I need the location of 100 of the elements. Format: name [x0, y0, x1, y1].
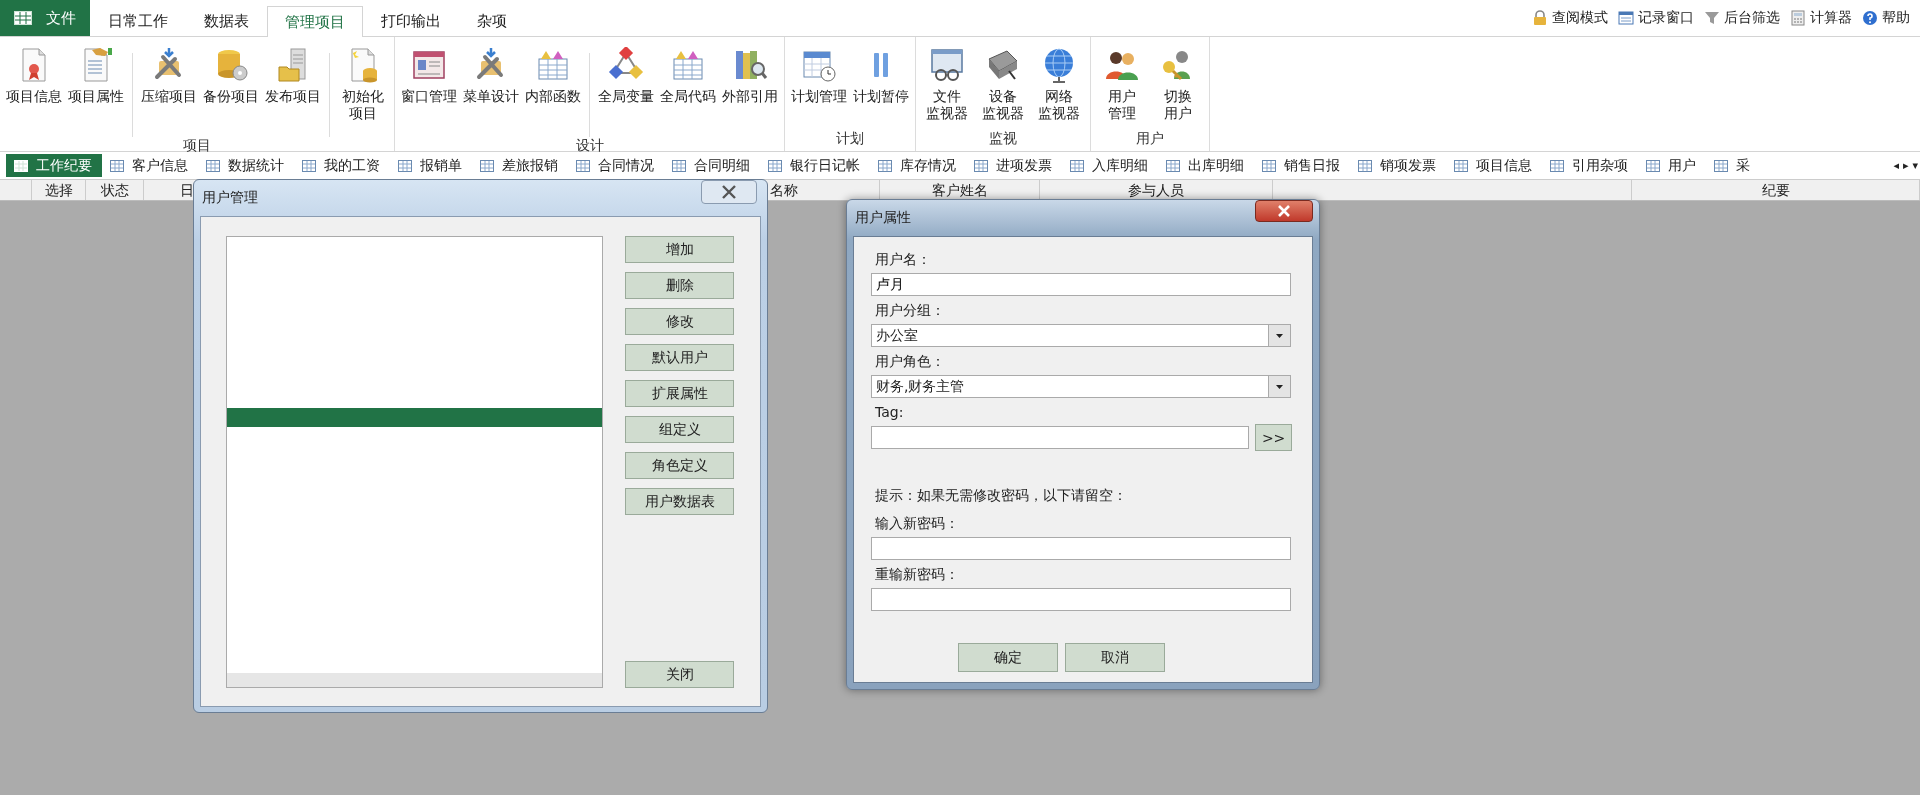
ribbon-tab[interactable]: 日常工作 [90, 6, 186, 36]
close-button[interactable]: 关闭 [625, 661, 734, 688]
ribbon-button[interactable]: 计划暂停 [850, 47, 912, 105]
table-icon [768, 159, 782, 172]
dialog-button[interactable]: 角色定义 [625, 452, 734, 479]
ribbon-group: 计划管理 计划暂停 计划 [785, 37, 916, 151]
ribbon-button[interactable]: 备份项目 [200, 47, 262, 105]
window-icon [1618, 10, 1634, 26]
column-header[interactable]: 客户姓名 [931, 182, 988, 198]
dialog-button[interactable]: 默认用户 [625, 344, 734, 371]
column-header[interactable]: 状态 [100, 182, 129, 198]
document-tab[interactable]: 引用杂项 [1542, 154, 1638, 177]
column-header[interactable]: 纪要 [1761, 182, 1790, 198]
dialog-button[interactable]: 修改 [625, 308, 734, 335]
dialog-button[interactable]: 取消 [1065, 643, 1165, 672]
column-header[interactable]: 选择 [44, 182, 73, 198]
document-tab[interactable]: 合同明细 [664, 154, 760, 177]
document-tab[interactable]: 采 [1706, 154, 1760, 177]
dialog-button[interactable]: 扩展属性 [625, 380, 734, 407]
ribbon-tab[interactable]: 管理项目 [267, 6, 363, 37]
document-tab[interactable]: 项目信息 [1446, 154, 1542, 177]
dialog-title: 用户属性 [855, 209, 911, 227]
toolbar-button[interactable]: 查阅模式 [1532, 0, 1608, 36]
ribbon-button[interactable]: 用户 管理 [1094, 47, 1150, 122]
document-tab[interactable]: 入库明细 [1062, 154, 1158, 177]
table-icon [1358, 159, 1372, 172]
ribbon-tab[interactable]: 打印输出 [363, 6, 459, 36]
dialog-button[interactable]: 确定 [958, 643, 1058, 672]
text-field[interactable] [871, 537, 1291, 560]
ribbon-tab[interactable]: 杂项 [459, 6, 525, 36]
document-tab[interactable]: 进项发票 [966, 154, 1062, 177]
ribbon-button[interactable]: 项目属性 [65, 47, 127, 105]
table-icon [110, 159, 124, 172]
scroll-bar[interactable] [227, 673, 602, 687]
document-tab[interactable]: 差旅报销 [472, 154, 568, 177]
dialog-button[interactable]: 删除 [625, 272, 734, 299]
scroll-button[interactable]: ◂ [1891, 159, 1901, 172]
user-list[interactable] [226, 236, 603, 688]
ribbon-tab[interactable]: 数据表 [186, 6, 267, 36]
document-tab[interactable]: 出库明细 [1158, 154, 1254, 177]
ribbon-button[interactable]: 内部函数 [522, 47, 584, 105]
column-header[interactable]: 参与人员 [1128, 182, 1184, 198]
toolbar-button[interactable]: 记录窗口 [1618, 0, 1694, 36]
ribbon-button[interactable]: 网络 监视器 [1031, 47, 1087, 122]
document-tab[interactable]: 用户 [1638, 154, 1706, 177]
ribbon-button[interactable]: 设备 监视器 [975, 47, 1031, 122]
table-icon [14, 11, 32, 25]
document-tab[interactable]: 库存情况 [870, 154, 966, 177]
document-tab[interactable]: 我的工资 [294, 154, 390, 177]
toolbar-button[interactable]: 计算器 [1790, 0, 1852, 36]
ribbon-button[interactable]: 压缩项目 [138, 47, 200, 105]
file-tab[interactable]: 文件 [0, 0, 90, 36]
table-icon [14, 159, 28, 172]
close-button[interactable] [701, 180, 757, 204]
text-field[interactable] [871, 588, 1291, 611]
ribbon-group: 用户 管理 切换 用户 用户 [1091, 37, 1210, 151]
dialog-button[interactable]: 用户数据表 [625, 488, 734, 515]
field-label: Tag: [875, 404, 905, 420]
ribbon-button[interactable]: 切换 用户 [1150, 47, 1206, 122]
scroll-button[interactable]: ▾ [1910, 159, 1920, 172]
dialog-button[interactable]: 增加 [625, 236, 734, 263]
document-tab[interactable]: 销项发票 [1350, 154, 1446, 177]
help-icon [1862, 10, 1878, 26]
dropdown[interactable]: 财务,财务主管 [871, 375, 1291, 398]
ribbon-group: 项目信息 项目属性 压缩项目 备份项目 发布项目 初始化 项目 项目 [0, 37, 395, 151]
ribbon-button[interactable]: 外部引用 [719, 47, 781, 105]
toolbar-button[interactable]: 帮助 [1862, 0, 1910, 36]
close-icon [1276, 205, 1292, 217]
document-tab[interactable]: 数据统计 [198, 154, 294, 177]
table-icon [480, 159, 494, 172]
column-header[interactable]: 名称 [770, 182, 798, 198]
ribbon-button[interactable]: 初始化 项目 [335, 47, 391, 122]
hint-text: 提示：如果无需修改密码，以下请留空： [875, 487, 1128, 505]
document-tab[interactable]: 销售日报 [1254, 154, 1350, 177]
table-icon [1166, 159, 1180, 172]
text-field[interactable] [871, 426, 1250, 449]
close-button[interactable] [1255, 200, 1313, 222]
table-icon [302, 159, 316, 172]
scroll-button[interactable]: ▸ [1900, 159, 1911, 172]
dropdown[interactable]: 办公室 [871, 324, 1291, 347]
ribbon-button[interactable]: 全局变量 [595, 47, 657, 105]
table-icon [398, 159, 412, 172]
toolbar-button[interactable]: 后台筛选 [1704, 0, 1780, 36]
document-tab[interactable]: 报销单 [390, 154, 472, 177]
ribbon-button[interactable]: 文件 监视器 [919, 47, 975, 122]
ribbon-button[interactable]: 发布项目 [262, 47, 324, 105]
document-tab[interactable]: 客户信息 [102, 154, 198, 177]
table-icon [878, 159, 892, 172]
ribbon-button[interactable]: 窗口管理 [398, 47, 460, 105]
ribbon-button[interactable]: 菜单设计 [460, 47, 522, 105]
text-field[interactable]: 卢月 [871, 273, 1291, 296]
column-header[interactable]: 日 [180, 182, 194, 198]
document-tab[interactable]: 合同情况 [568, 154, 664, 177]
dialog-button[interactable]: 组定义 [625, 416, 734, 443]
document-tab[interactable]: 工作纪要 [6, 154, 102, 177]
more-button[interactable]: >> [1255, 424, 1292, 451]
ribbon-button[interactable]: 全局代码 [657, 47, 719, 105]
ribbon-button[interactable]: 项目信息 [3, 47, 65, 105]
ribbon-button[interactable]: 计划管理 [788, 47, 850, 105]
document-tab[interactable]: 银行日记帐 [760, 154, 870, 177]
